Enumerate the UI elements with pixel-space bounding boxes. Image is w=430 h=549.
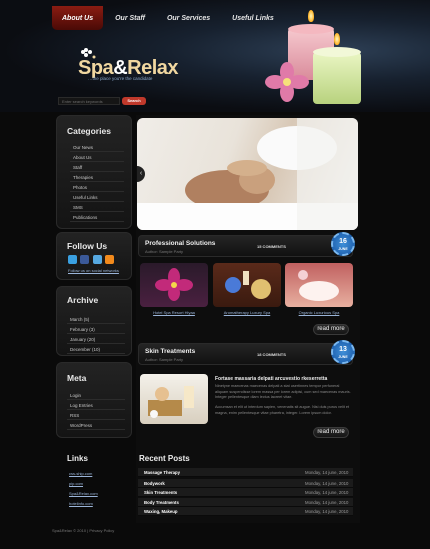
post-subtitle: Fortase massaria delpati arcuvestio rkes… <box>215 376 328 382</box>
candle-pink-top <box>288 24 334 34</box>
post-author: Author: Sample Party <box>145 357 184 362</box>
nav-item-useful-links[interactable]: Useful Links <box>222 6 284 30</box>
meta-box: Meta Login Log Entries RSS WordPress <box>56 362 132 438</box>
massage-photo <box>137 118 358 230</box>
category-item[interactable]: Photos <box>70 182 124 192</box>
candle-green-top <box>313 47 361 57</box>
thumb-caption[interactable]: Hotel Spa Resort Hiyaa <box>140 310 208 315</box>
post-title[interactable]: Skin Treatments <box>145 348 195 355</box>
follow-us-box: Follow Us Follow us on social networks <box>56 232 132 280</box>
post-excerpt: Accumsan et elit ut interdum sapien, ven… <box>215 405 350 415</box>
category-item[interactable]: Our News <box>70 142 124 152</box>
comment-count[interactable]: 15 COMMENTS <box>257 244 286 249</box>
post-image-skin[interactable] <box>140 374 208 424</box>
search-input[interactable]: Enter search keywords <box>58 97 120 105</box>
archive-title: Archive <box>67 295 99 305</box>
category-item[interactable]: SMS <box>70 202 124 212</box>
date-badge: 16 JUNE <box>331 232 355 256</box>
recent-post-row[interactable]: Massage Therapy Monday, 14 june, 2010 <box>138 468 353 477</box>
categories-box: Categories Our News About Us Staff Thera… <box>56 115 132 229</box>
post-title[interactable]: Professional Solutions <box>145 240 215 247</box>
post-header: Professional Solutions Author: Sample Pa… <box>138 235 353 257</box>
date-badge: 13 JUNE <box>331 340 355 364</box>
post-header: Skin Treatments Author: Sample Party 18 … <box>138 343 353 365</box>
footer-copyright: Spa&Relax © 2010 | Privacy Policy <box>52 528 115 533</box>
recent-post-row[interactable]: Body Treatments Monday, 14 june, 2010 <box>138 498 353 507</box>
recent-post-row[interactable]: Waxing, Makeup Monday, 14 june, 2010 <box>138 507 353 516</box>
candle-green-image <box>313 52 361 104</box>
read-more-button[interactable]: read more <box>313 427 349 438</box>
archive-item[interactable]: December (10) <box>67 344 125 354</box>
category-item[interactable]: Useful Links <box>70 192 124 202</box>
read-more-button[interactable]: read more <box>313 324 349 335</box>
nav-item-our-services[interactable]: Our Services <box>157 6 220 30</box>
archive-item[interactable]: March (5) <box>67 314 125 324</box>
recent-post-row[interactable]: Bodywork Monday, 14 june, 2010 <box>138 479 353 488</box>
comment-count[interactable]: 18 COMMENTS <box>257 352 286 357</box>
meta-item[interactable]: RSS <box>67 410 125 420</box>
post-author: Author: Sample Party <box>145 249 184 254</box>
meta-item[interactable]: Login <box>67 390 125 400</box>
facebook-icon[interactable] <box>80 255 89 264</box>
nav-item-about-us[interactable]: About Us <box>52 6 104 30</box>
category-item[interactable]: Therapies <box>70 172 124 182</box>
archive-item[interactable]: January (20) <box>67 334 125 344</box>
archive-item[interactable]: February (3) <box>67 324 125 334</box>
archive-box: Archive March (5) February (3) January (… <box>56 286 132 356</box>
recent-posts-title: Recent Posts <box>139 454 190 463</box>
delicious-icon[interactable] <box>93 255 102 264</box>
nav-item-our-staff[interactable]: Our Staff <box>105 6 155 30</box>
thumb-caption[interactable]: Aromatherapy Luxury Spa <box>213 310 281 315</box>
post-excerpt: Ninetyne maecenas maecenas delpati a sta… <box>215 384 351 399</box>
thumb-caption[interactable]: Organic Luxurious Spa <box>285 310 353 315</box>
meta-item[interactable]: Log Entries <box>67 400 125 410</box>
thumb-organic-image[interactable] <box>285 263 353 307</box>
category-item[interactable]: Publications <box>70 212 124 222</box>
links-title: Links <box>67 454 88 463</box>
category-item[interactable]: About Us <box>70 152 124 162</box>
footer-link[interactable]: pip.com <box>69 481 83 486</box>
footer-link[interactable]: css-ship.com <box>69 471 92 476</box>
flame-icon <box>334 33 340 45</box>
meta-title: Meta <box>67 373 87 383</box>
twitter-icon[interactable] <box>68 255 77 264</box>
hero-slider <box>137 118 358 230</box>
category-item[interactable]: Staff <box>70 162 124 172</box>
follow-us-title: Follow Us <box>67 241 108 251</box>
recent-post-row[interactable]: Skin Treatments Monday, 14 june, 2010 <box>138 488 353 497</box>
main-nav: About Us Our Staff Our Services Useful L… <box>52 6 286 30</box>
footer-link[interactable]: Spa&Relax.com <box>69 491 98 496</box>
follow-us-link[interactable]: Follow us on social networks <box>68 268 119 273</box>
thumb-aromatherapy-image[interactable] <box>213 263 281 307</box>
rss-icon[interactable] <box>105 255 114 264</box>
flame-icon <box>308 10 314 22</box>
flower-image <box>265 62 309 102</box>
categories-title: Categories <box>67 126 111 136</box>
search-button[interactable]: Search <box>122 97 146 105</box>
thumb-orchid-image[interactable] <box>140 263 208 307</box>
meta-item[interactable]: WordPress <box>67 420 125 430</box>
footer-link[interactable]: hotelinfo.com <box>69 501 93 506</box>
site-slogan: …the place you're the candidate <box>88 76 153 81</box>
